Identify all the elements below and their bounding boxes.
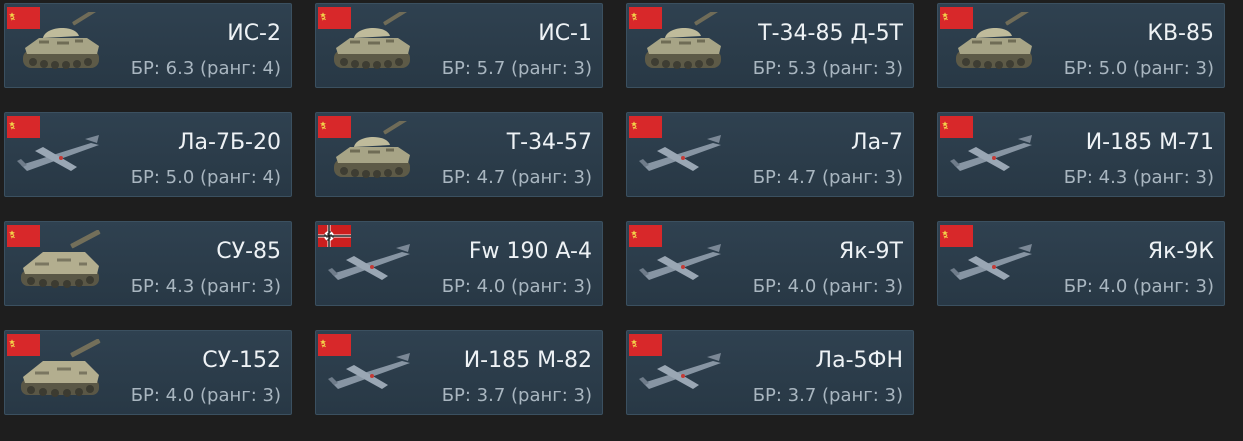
tank-image <box>13 12 109 82</box>
tank-image <box>13 230 109 300</box>
vehicle-name: СУ-152 <box>202 348 281 373</box>
vehicle-card[interactable]: И-185 М-82 БР: 3.7 (ранг: 3) <box>315 330 603 415</box>
aircraft-image <box>324 339 420 409</box>
vehicle-name: Як-9К <box>1147 239 1214 264</box>
vehicle-card[interactable]: ИС-2 БР: 6.3 (ранг: 4) <box>4 3 292 88</box>
battle-rating: БР: 4.3 (ранг: 3) <box>130 276 281 297</box>
vehicle-name: Як-9Т <box>839 239 903 264</box>
tank-image <box>324 121 420 191</box>
vehicle-card[interactable]: Ла-7Б-20 БР: 5.0 (ранг: 4) <box>4 112 292 197</box>
tank-image <box>13 339 109 409</box>
vehicle-grid: ИС-2 БР: 6.3 (ранг: 4) ИС-1 БР: 5.7 (ран… <box>4 3 1225 415</box>
battle-rating: БР: 5.7 (ранг: 3) <box>441 58 592 79</box>
vehicle-card[interactable]: Т-34-85 Д-5Т БР: 5.3 (ранг: 3) <box>626 3 914 88</box>
tank-image <box>324 12 420 82</box>
vehicle-name: Ла-5ФН <box>815 348 903 373</box>
vehicle-card[interactable]: Як-9К БР: 4.0 (ранг: 3) <box>937 221 1225 306</box>
vehicle-name: КВ-85 <box>1147 21 1214 46</box>
battle-rating: БР: 3.7 (ранг: 3) <box>441 385 592 406</box>
vehicle-card[interactable]: И-185 М-71 БР: 4.3 (ранг: 3) <box>937 112 1225 197</box>
vehicle-card[interactable]: Ла-7 БР: 4.7 (ранг: 3) <box>626 112 914 197</box>
vehicle-name: Т-34-85 Д-5Т <box>758 21 903 46</box>
vehicle-card[interactable]: Fw 190 A-4 БР: 4.0 (ранг: 3) <box>315 221 603 306</box>
vehicle-name: Ла-7 <box>851 130 903 155</box>
vehicle-card[interactable]: СУ-152 БР: 4.0 (ранг: 3) <box>4 330 292 415</box>
vehicle-card[interactable]: Як-9Т БР: 4.0 (ранг: 3) <box>626 221 914 306</box>
aircraft-image <box>635 230 731 300</box>
battle-rating: БР: 5.3 (ранг: 3) <box>752 58 903 79</box>
tank-image <box>946 12 1042 82</box>
battle-rating: БР: 4.0 (ранг: 3) <box>1063 276 1214 297</box>
vehicle-name: ИС-1 <box>538 21 592 46</box>
vehicle-card[interactable]: ИС-1 БР: 5.7 (ранг: 3) <box>315 3 603 88</box>
aircraft-image <box>946 121 1042 191</box>
vehicle-card[interactable]: СУ-85 БР: 4.3 (ранг: 3) <box>4 221 292 306</box>
vehicle-card[interactable]: Ла-5ФН БР: 3.7 (ранг: 3) <box>626 330 914 415</box>
battle-rating: БР: 4.0 (ранг: 3) <box>441 276 592 297</box>
aircraft-image <box>635 339 731 409</box>
vehicle-name: СУ-85 <box>216 239 281 264</box>
battle-rating: БР: 4.7 (ранг: 3) <box>752 167 903 188</box>
vehicle-name: Fw 190 A-4 <box>468 239 592 264</box>
aircraft-image <box>946 230 1042 300</box>
vehicle-name: ИС-2 <box>227 21 281 46</box>
battle-rating: БР: 4.0 (ранг: 3) <box>130 385 281 406</box>
battle-rating: БР: 5.0 (ранг: 3) <box>1063 58 1214 79</box>
vehicle-name: И-185 М-71 <box>1085 130 1214 155</box>
battle-rating: БР: 5.0 (ранг: 4) <box>130 167 281 188</box>
aircraft-image <box>635 121 731 191</box>
vehicle-name: И-185 М-82 <box>463 348 592 373</box>
vehicle-card[interactable]: КВ-85 БР: 5.0 (ранг: 3) <box>937 3 1225 88</box>
battle-rating: БР: 3.7 (ранг: 3) <box>752 385 903 406</box>
battle-rating: БР: 4.0 (ранг: 3) <box>752 276 903 297</box>
aircraft-image <box>324 230 420 300</box>
battle-rating: БР: 4.7 (ранг: 3) <box>441 167 592 188</box>
aircraft-image <box>13 121 109 191</box>
vehicle-card[interactable]: Т-34-57 БР: 4.7 (ранг: 3) <box>315 112 603 197</box>
tank-image <box>635 12 731 82</box>
vehicle-name: Т-34-57 <box>506 130 592 155</box>
battle-rating: БР: 4.3 (ранг: 3) <box>1063 167 1214 188</box>
vehicle-name: Ла-7Б-20 <box>178 130 281 155</box>
battle-rating: БР: 6.3 (ранг: 4) <box>130 58 281 79</box>
